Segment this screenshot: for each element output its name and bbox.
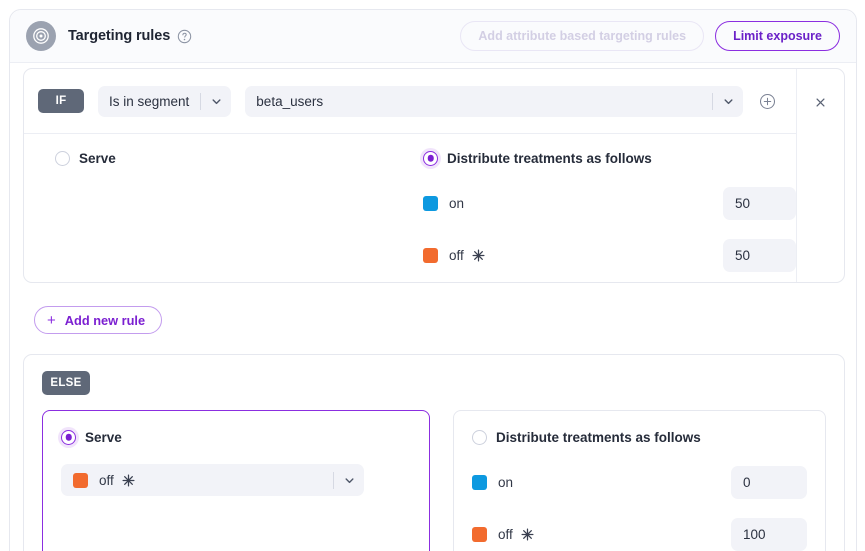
treatment-color-swatch bbox=[423, 196, 438, 211]
target-icon bbox=[26, 21, 56, 51]
treatment-weight-input[interactable] bbox=[731, 518, 807, 551]
else-serve-card[interactable]: Serve off bbox=[42, 410, 430, 551]
asterisk-icon bbox=[122, 473, 135, 487]
treatment-color-swatch bbox=[423, 248, 438, 263]
rule-condition-row: IF Is in segment beta_users bbox=[24, 69, 796, 134]
rule-serve-label: Serve bbox=[79, 150, 116, 166]
rule-body: Serve Distribute treatments as follows o… bbox=[24, 134, 796, 282]
plus-circle-icon[interactable] bbox=[752, 86, 782, 116]
treatment-color-swatch bbox=[472, 527, 487, 542]
chevron-down-icon[interactable] bbox=[334, 465, 364, 496]
rule-distribute-label: Distribute treatments as follows bbox=[447, 150, 652, 166]
treatment-row: on bbox=[472, 466, 807, 499]
treatment-weight-input[interactable] bbox=[723, 187, 796, 220]
treatment-weight-input[interactable] bbox=[731, 466, 807, 499]
else-serve-option[interactable]: Serve bbox=[61, 427, 411, 447]
plus-icon: + bbox=[47, 311, 56, 329]
asterisk-icon bbox=[521, 528, 534, 541]
panel-header: Targeting rules Add attribute based targ… bbox=[10, 10, 856, 63]
treatment-row: off bbox=[472, 518, 807, 551]
treatment-name: on bbox=[449, 196, 465, 211]
treatment-weight-input[interactable] bbox=[723, 239, 796, 272]
limit-exposure-button[interactable]: Limit exposure bbox=[715, 21, 840, 51]
targeting-rules-panel: Targeting rules Add attribute based targ… bbox=[9, 9, 857, 551]
add-attribute-targeting-rules-button[interactable]: Add attribute based targeting rules bbox=[460, 21, 705, 51]
else-serve-treatment-select[interactable]: off bbox=[61, 464, 364, 496]
treatment-name: on bbox=[498, 475, 514, 490]
add-new-rule-label: Add new rule bbox=[64, 312, 146, 328]
add-new-rule-button[interactable]: + Add new rule bbox=[34, 306, 163, 334]
radio-serve[interactable] bbox=[55, 150, 70, 166]
treatment-row: off bbox=[423, 239, 796, 272]
treatment-name: off bbox=[498, 527, 513, 542]
radio-distribute[interactable] bbox=[423, 150, 438, 166]
else-columns: Serve off Distribute treatments as follo… bbox=[42, 410, 826, 551]
asterisk-icon bbox=[472, 249, 485, 262]
header-actions: Add attribute based targeting rules Limi… bbox=[460, 21, 840, 51]
treatment-row: on bbox=[423, 187, 796, 220]
else-distribute-card[interactable]: Distribute treatments as follows on off bbox=[453, 410, 826, 551]
segment-select-value: beta_users bbox=[256, 93, 324, 109]
treatment-name: off bbox=[449, 248, 464, 263]
rule-close-column bbox=[797, 69, 844, 282]
rule-distribute-option[interactable]: Distribute treatments as follows bbox=[423, 148, 796, 168]
chevron-down-icon[interactable] bbox=[713, 86, 743, 117]
chevron-down-icon[interactable] bbox=[201, 86, 231, 117]
treatment-color-swatch bbox=[472, 475, 487, 490]
radio-else-serve[interactable] bbox=[61, 429, 76, 445]
close-icon[interactable] bbox=[813, 94, 829, 110]
matcher-select[interactable]: Is in segment bbox=[98, 85, 232, 117]
else-badge: ELSE bbox=[42, 371, 90, 395]
radio-else-distribute[interactable] bbox=[472, 429, 487, 445]
rule-serve-column: Serve bbox=[24, 148, 413, 282]
else-distribute-option[interactable]: Distribute treatments as follows bbox=[472, 427, 807, 447]
rule-main: IF Is in segment beta_users Serve Distri… bbox=[24, 69, 797, 282]
rule-distribute-column: Distribute treatments as follows on off bbox=[413, 148, 796, 282]
matcher-select-value: Is in segment bbox=[109, 93, 190, 109]
treatment-name: off bbox=[99, 472, 114, 488]
targeting-rule-card: IF Is in segment beta_users Serve Distri… bbox=[23, 68, 845, 283]
targeting-rules-page: Targeting rules Add attribute based targ… bbox=[0, 0, 865, 551]
treatment-color-swatch bbox=[73, 472, 88, 488]
else-serve-label: Serve bbox=[85, 429, 122, 445]
else-rule-card: ELSE Serve off Distribute treatments as … bbox=[23, 354, 845, 551]
help-circle-icon[interactable] bbox=[177, 29, 192, 44]
page-title: Targeting rules bbox=[68, 28, 171, 44]
segment-select[interactable]: beta_users bbox=[245, 85, 743, 117]
rule-serve-option[interactable]: Serve bbox=[55, 148, 413, 168]
else-distribute-label: Distribute treatments as follows bbox=[496, 429, 701, 445]
if-badge: IF bbox=[38, 89, 84, 113]
